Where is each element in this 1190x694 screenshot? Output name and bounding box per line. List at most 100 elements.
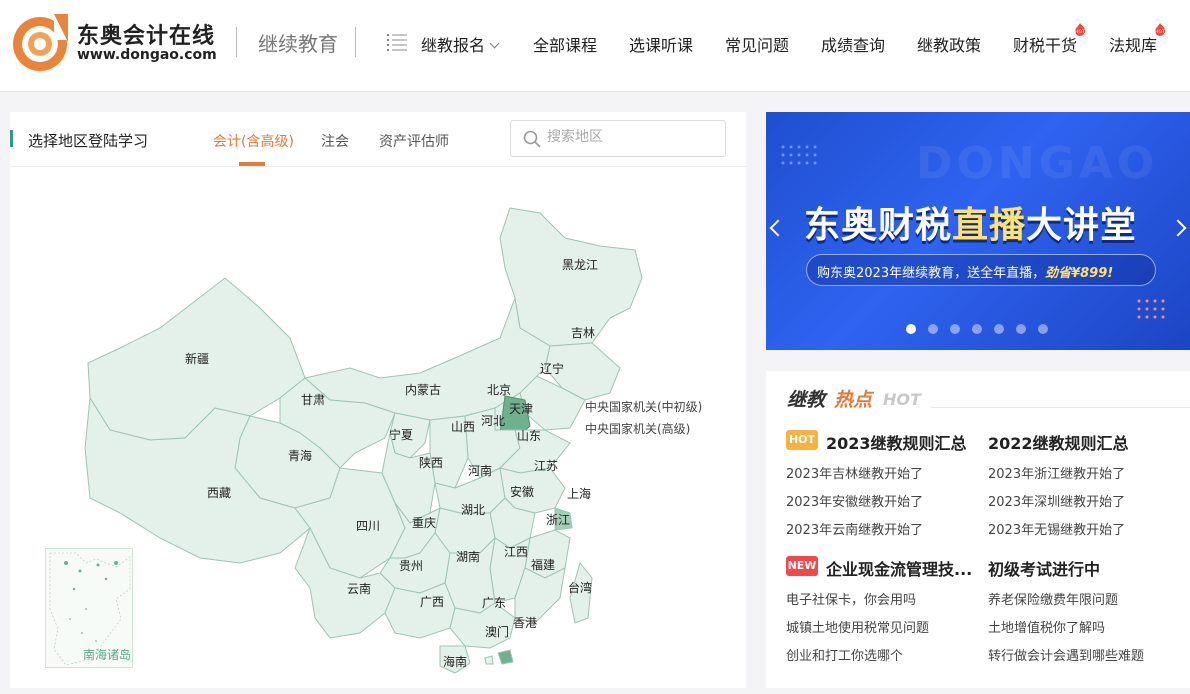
tab-cpa[interactable]: 注会 [321,131,349,151]
province-hunan[interactable]: 湖南 [456,548,480,565]
hot-flame-icon: HOT [1155,23,1165,36]
province-chongqing[interactable]: 重庆 [412,514,436,531]
nav-law-library[interactable]: 法规库 HOT [1109,23,1165,56]
hot-news-logo-part1: 继教 [787,389,826,411]
news-heading[interactable]: 2022继教规则汇总 [988,430,1129,454]
news-link[interactable]: 2023年深圳继教开始了 [988,491,1125,510]
province-xinjiang[interactable]: 新疆 [185,350,209,367]
banner-dot-3[interactable] [950,324,960,334]
news-link[interactable]: 2023年安徽继教开始了 [786,491,923,510]
province-shanghai[interactable]: 上海 [567,485,591,502]
region-search-box[interactable] [510,120,726,157]
hot-badge: HOT [786,430,818,450]
news-link[interactable]: 2023年吉林继教开始了 [786,463,923,482]
province-gansu[interactable]: 甘肃 [301,391,325,408]
nav-tax-articles[interactable]: 财税干货 HOT [1013,23,1085,56]
region-search-input[interactable] [547,129,717,145]
nav-enroll[interactable]: 继教报名 [421,32,500,56]
province-taiwan[interactable]: 台湾 [568,579,592,596]
menu-list-icon[interactable] [387,33,407,51]
south-china-sea-inset: 南海诸岛 [45,548,133,668]
province-shanxi[interactable]: 山西 [451,418,475,435]
province-hainan[interactable]: 海南 [443,653,467,670]
province-beijing[interactable]: 北京 [487,381,511,398]
map-hongkong[interactable] [497,649,514,665]
banner-subtitle: 购东奥2023年继续教育，送全年直播，劲省¥899! [817,262,1113,281]
site-header: 东奥会计在线 www.dongao.com 继续教育 继教报名 全部课程 选课听… [0,0,1190,92]
news-link[interactable]: 转行做会计会遇到哪些难题 [988,645,1144,664]
province-jiangsu[interactable]: 江苏 [534,457,558,474]
province-sichuan[interactable]: 四川 [356,517,380,534]
province-jilin[interactable]: 吉林 [571,324,595,341]
province-liaoning[interactable]: 辽宁 [540,360,564,377]
province-henan[interactable]: 河南 [468,462,492,479]
region-select-panel: 选择地区登陆学习 会计(含高级) 注会 资产评估师 搜索地区 黑龙江 吉林 辽宁… [10,112,746,688]
central-agency-senior-link[interactable]: 中央国家机关(高级) [585,420,690,437]
banner-headline: 东奥财税直播大讲堂 [804,196,1137,248]
nav-policy[interactable]: 继教政策 [917,32,981,56]
divider [931,407,1190,408]
divider [236,27,237,57]
news-link[interactable]: 2023年浙江继教开始了 [988,463,1125,482]
banner-dot-7[interactable] [1038,324,1048,334]
province-zhejiang[interactable]: 浙江 [546,511,570,528]
nav-select-course[interactable]: 选课听课 [629,32,693,56]
province-guangxi[interactable]: 广西 [420,593,444,610]
province-fujian[interactable]: 福建 [531,556,555,573]
province-hubei[interactable]: 湖北 [461,501,485,518]
news-link[interactable]: 创业和打工你选哪个 [786,645,903,664]
map-macau[interactable] [484,655,494,665]
section-title[interactable]: 继续教育 [258,28,338,57]
banner-subtitle-highlight: 劲省¥899! [1045,266,1114,281]
south-sea-islands-label: 南海诸岛 [83,648,132,662]
province-heilongjiang[interactable]: 黑龙江 [562,256,598,273]
nav-label: 财税干货 [1013,36,1078,55]
province-shandong[interactable]: 山东 [517,427,541,444]
banner-subtitle-text: 购东奥2023年继续教育，送全年直播， [817,266,1046,281]
banner-dot-4[interactable] [972,324,982,334]
banner-dot-1[interactable] [906,324,916,334]
banner-dot-6[interactable] [1016,324,1026,334]
central-agency-junior-link[interactable]: 中央国家机关(中初级) [585,398,702,415]
news-link[interactable]: 养老保险缴费年限问题 [988,589,1118,608]
banner-prev-arrow-icon[interactable] [769,219,787,237]
news-link[interactable]: 2023年云南继教开始了 [786,519,923,538]
province-macau[interactable]: 澳门 [485,623,509,640]
news-link[interactable]: 2023年无锡继教开始了 [988,519,1125,538]
news-link[interactable]: 城镇土地使用税常见问题 [786,617,929,636]
banner-dot-5[interactable] [994,324,1004,334]
nav-score-query[interactable]: 成绩查询 [821,32,885,56]
news-link[interactable]: 电子社保卡，你会用吗 [786,589,916,608]
province-qinghai[interactable]: 青海 [288,447,312,464]
tab-asset-appraiser[interactable]: 资产评估师 [379,131,449,151]
banner-watermark: DONGAO [916,138,1159,189]
province-neimenggu[interactable]: 内蒙古 [405,381,441,398]
tab-accounting[interactable]: 会计(含高级) [213,131,294,151]
province-xizang[interactable]: 西藏 [207,484,231,501]
news-heading[interactable]: 企业现金流管理技... [826,556,972,580]
province-hebei[interactable]: 河北 [481,412,505,429]
logo-url: www.dongao.com [77,47,217,63]
promo-banner[interactable]: DONGAO 东奥财税直播大讲堂 购东奥2023年继续教育，送全年直播，劲省¥8… [766,112,1190,350]
province-yunnan[interactable]: 云南 [347,580,371,597]
nav-all-courses[interactable]: 全部课程 [533,32,597,56]
news-heading[interactable]: 初级考试进行中 [988,556,1100,580]
region-panel-title: 选择地区登陆学习 [28,132,149,150]
banner-headline-part2: 直播 [952,205,1027,246]
province-jiangxi[interactable]: 江西 [504,543,528,560]
banner-headline-part1: 东奥财税 [804,205,953,246]
province-ningxia[interactable]: 宁夏 [389,426,413,443]
province-tianjin[interactable]: 天津 [509,400,533,417]
dongao-logo-icon[interactable] [10,12,70,72]
banner-next-arrow-icon[interactable] [1169,219,1187,237]
province-guizhou[interactable]: 贵州 [399,557,423,574]
logo-title[interactable]: 东奥会计在线 [77,18,215,50]
news-heading[interactable]: 2023继教规则汇总 [826,430,967,454]
province-shaanxi[interactable]: 陕西 [419,454,443,471]
province-anhui[interactable]: 安徽 [510,483,534,500]
news-link[interactable]: 土地增值税你了解吗 [988,617,1105,636]
province-guangdong[interactable]: 广东 [482,594,506,611]
banner-dot-2[interactable] [928,324,938,334]
province-hongkong[interactable]: 香港 [513,614,537,631]
nav-faq[interactable]: 常见问题 [725,32,789,56]
